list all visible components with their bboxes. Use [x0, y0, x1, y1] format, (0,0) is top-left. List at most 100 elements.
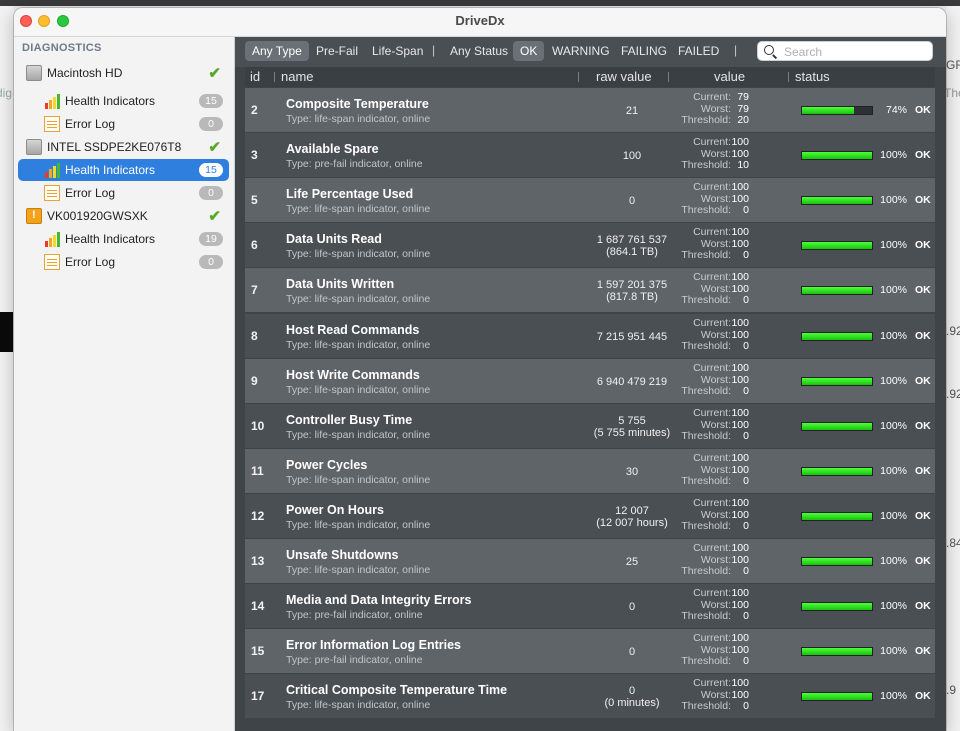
sidebar-item-label: VK001920GWSXK [47, 209, 148, 223]
status-label: OK [915, 600, 931, 612]
value-label: Current: [693, 407, 731, 419]
value-number: 0 [743, 520, 749, 532]
value-label: Threshold: [681, 475, 731, 487]
filter-failing[interactable]: FAILING [614, 41, 674, 61]
title-bar[interactable]: DriveDx [14, 8, 946, 37]
sidebar-item-label: Health Indicators [65, 232, 156, 246]
value-label: Current: [693, 362, 731, 374]
health-progress-bar [801, 512, 873, 521]
value-label: Threshold: [681, 340, 731, 352]
value-label: Threshold: [681, 520, 731, 532]
count-badge: 19 [199, 232, 223, 246]
table-row[interactable]: 14 Media and Data Integrity Errors Type: p… [245, 584, 935, 628]
filter-failed[interactable]: FAILED [671, 41, 726, 61]
health-percent: 100% [880, 375, 907, 387]
value-block: Current:100 Worst:100 Threshold: 0 [675, 497, 753, 533]
indicator-name: Power Cycles [286, 458, 368, 472]
filter-pre-fail[interactable]: Pre-Fail [309, 41, 365, 61]
count-badge: 15 [199, 94, 223, 108]
column-header-raw-value[interactable]: raw value [596, 69, 652, 84]
sidebar-item-label: Macintosh HD [47, 66, 123, 80]
indicator-id: 8 [251, 329, 258, 343]
status-label: OK [915, 375, 931, 387]
table-row[interactable]: 3 Available Spare Type: pre-fail indicator… [245, 133, 935, 177]
indicator-name: Controller Busy Time [286, 413, 413, 427]
search-icon [764, 45, 774, 55]
indicator-name: Media and Data Integrity Errors [286, 593, 472, 607]
value-number: 100 [731, 587, 749, 599]
health-progress-bar [801, 106, 873, 115]
table-row[interactable]: 10 Controller Busy Time Type: life-span in… [245, 404, 935, 448]
indicator-id: 10 [251, 419, 265, 433]
sidebar-item[interactable]: INTEL SSDPE2KE076T8 ✔ [18, 136, 229, 158]
sidebar-item[interactable]: Error Log 0 [18, 113, 229, 135]
table-row[interactable]: 6 Data Units Read Type: life-span indicato… [245, 223, 935, 267]
value-label: Current: [693, 587, 731, 599]
window-title: DriveDx [455, 13, 505, 28]
sidebar-item[interactable]: Health Indicators 15 [18, 90, 229, 112]
health-percent: 100% [880, 149, 907, 161]
health-percent: 100% [880, 194, 907, 206]
table-row[interactable]: 9 Host Write Commands Type: life-span indi… [245, 359, 935, 403]
health-progress-bar [801, 647, 873, 656]
column-divider [578, 72, 579, 82]
column-header-value[interactable]: value [714, 69, 745, 84]
search-field[interactable]: Search [757, 41, 933, 61]
value-block: Current:100 Worst:100 Threshold: 0 [675, 181, 753, 217]
indicator-type: Type: life-span indicator, online [286, 113, 431, 125]
indicator-id: 6 [251, 238, 258, 252]
filter-warning[interactable]: WARNING [545, 41, 617, 61]
health-progress-fill [802, 378, 872, 385]
value-number: 100 [731, 677, 749, 689]
sidebar-item[interactable]: Health Indicators 19 [18, 228, 229, 250]
value-label: Current: [693, 677, 731, 689]
table-row[interactable]: 8 Host Read Commands Type: life-span indic… [245, 314, 935, 358]
value-block: Current:100 Worst:100 Threshold: 0 [675, 542, 753, 578]
indicator-id: 17 [251, 689, 265, 703]
background-text: dig [0, 86, 13, 100]
background-window-right [946, 6, 960, 731]
filter-life-span[interactable]: Life-Span [365, 41, 430, 61]
filter-any-status[interactable]: Any Status [443, 41, 515, 61]
table-row[interactable]: 15 Error Information Log Entries Type: pre… [245, 629, 935, 673]
sidebar-item[interactable]: ! VK001920GWSXK ✔ [18, 205, 229, 227]
sidebar-item[interactable]: Error Log 0 [18, 251, 229, 273]
table-row[interactable]: 11 Power Cycles Type: life-span indicator,… [245, 449, 935, 493]
value-label: Current: [693, 632, 731, 644]
table-row[interactable]: 2 Composite Temperature Type: life-span in… [245, 88, 935, 132]
value-block: Current: 79 Worst: 79 Threshold: 20 [675, 91, 753, 127]
value-label: Current: [693, 136, 731, 148]
value-block: Current:100 Worst:100 Threshold: 0 [675, 317, 753, 353]
value-label: Current: [693, 181, 731, 193]
table-row[interactable]: 7 Data Units Written Type: life-span indic… [245, 268, 935, 312]
value-number: 0 [743, 565, 749, 577]
filter-ok[interactable]: OK [513, 41, 545, 61]
value-number: 20 [737, 114, 749, 126]
indicator-name: Power On Hours [286, 503, 384, 517]
health-percent: 100% [880, 284, 907, 296]
sidebar-item-label: Health Indicators [65, 94, 156, 108]
column-header-status[interactable]: status [795, 69, 830, 84]
sidebar-item[interactable]: Error Log 0 [18, 182, 229, 204]
table-row[interactable]: 5 Life Percentage Used Type: life-span ind… [245, 178, 935, 222]
value-label: Current: [693, 226, 731, 238]
value-block: Current:100 Worst:100 Threshold: 0 [675, 226, 753, 262]
health-progress-bar [801, 241, 873, 250]
table-row[interactable]: 17 Critical Composite Temperature Time Typ… [245, 674, 935, 718]
health-progress-fill [802, 423, 872, 430]
table-row[interactable]: 12 Power On Hours Type: life-span indicato… [245, 494, 935, 538]
value-block: Current:100 Worst:100 Threshold: 0 [675, 362, 753, 398]
table-row[interactable]: 13 Unsafe Shutdowns Type: life-span indica… [245, 539, 935, 583]
value-number: 0 [743, 249, 749, 261]
column-header-name[interactable]: name [281, 69, 314, 84]
indicator-name: Data Units Written [286, 277, 395, 291]
column-header-id[interactable]: id [250, 69, 260, 84]
value-label: Threshold: [681, 610, 731, 622]
sidebar-item[interactable]: Macintosh HD ✔ [18, 62, 229, 84]
value-label: Threshold: [681, 565, 731, 577]
filter-separator: | [432, 43, 436, 57]
filter-any-type[interactable]: Any Type [245, 41, 309, 61]
sidebar-heading: DIAGNOSTICS [22, 42, 102, 54]
log-document-icon [44, 116, 60, 132]
sidebar-item[interactable]: Health Indicators 15 [18, 159, 229, 181]
